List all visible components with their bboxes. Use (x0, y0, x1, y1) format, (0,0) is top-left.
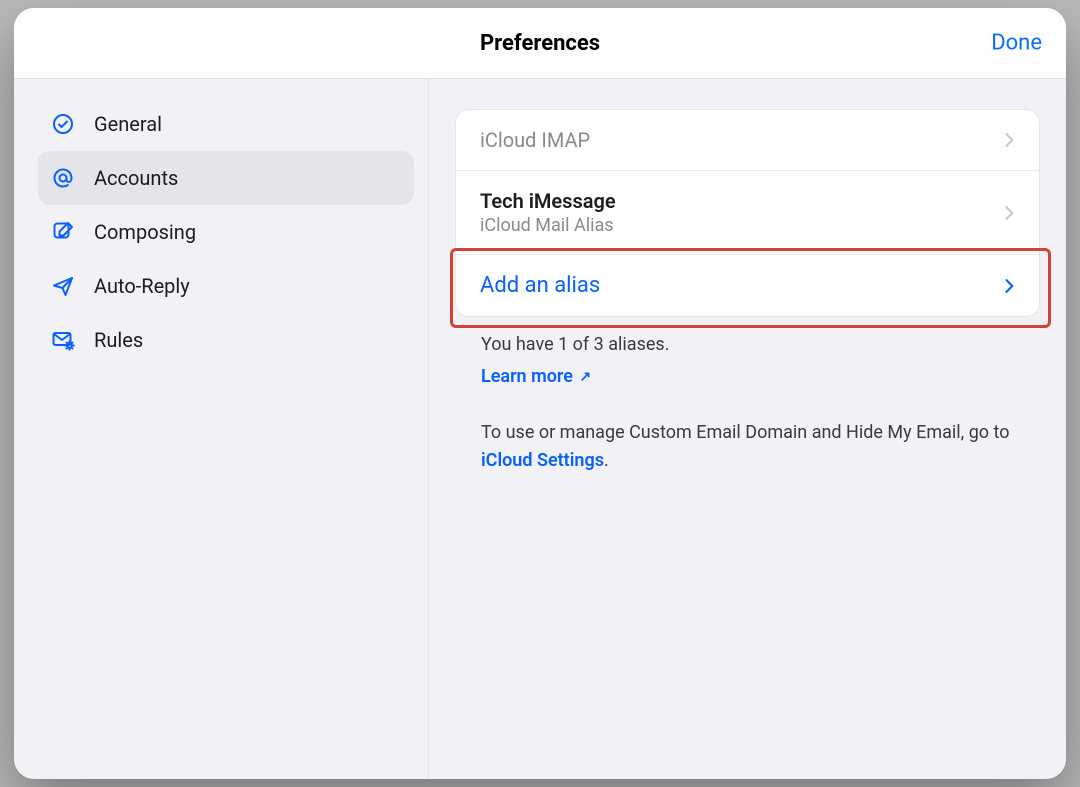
background-obscured-text (0, 0, 14, 787)
account-row-subtitle: iCloud Mail Alias (480, 215, 616, 236)
alias-status-text: You have 1 of 3 aliases. (481, 331, 1032, 359)
sidebar-item-label: Rules (94, 328, 143, 352)
account-row[interactable]: Tech iMessage iCloud Mail Alias (456, 170, 1039, 254)
sidebar-item-accounts[interactable]: Accounts (38, 151, 414, 205)
accounts-info: You have 1 of 3 aliases. Learn more ↗ To… (455, 317, 1040, 475)
sheet-header: Preferences Done (14, 8, 1066, 79)
sidebar-item-auto-reply[interactable]: Auto-Reply (38, 259, 414, 313)
sidebar: General Accounts Composing Auto-Reply Rules (14, 79, 429, 779)
custom-domain-text: To use or manage Custom Email Domain and… (481, 419, 1032, 475)
sidebar-item-general[interactable]: General (38, 97, 414, 151)
sidebar-item-label: Accounts (94, 166, 178, 190)
compose-icon (50, 219, 76, 245)
accounts-card: iCloud IMAP Tech iMessage iCloud Mail Al… (455, 109, 1040, 317)
sidebar-item-composing[interactable]: Composing (38, 205, 414, 259)
at-icon (50, 165, 76, 191)
external-arrow-icon: ↗ (579, 369, 591, 385)
chevron-right-icon (999, 203, 1019, 223)
account-row-text: Tech iMessage iCloud Mail Alias (480, 189, 616, 236)
sheet-body: GeneralAccountsComposingAuto-ReplyRules … (14, 79, 1066, 779)
preferences-sheet: Preferences Done General Accounts Composin… (14, 8, 1066, 779)
sidebar-item-label: Auto-Reply (94, 274, 190, 298)
account-row-text: Add an alias (480, 273, 600, 298)
account-row-title: Add an alias (480, 273, 600, 298)
account-row-title: iCloud IMAP (480, 128, 590, 152)
account-row-title: Tech iMessage (480, 189, 616, 213)
done-button[interactable]: Done (991, 31, 1042, 56)
icloud-settings-link[interactable]: iCloud Settings (481, 450, 604, 471)
paper-plane-icon (50, 273, 76, 299)
check-circle-icon (50, 111, 76, 137)
chevron-right-icon (999, 276, 1019, 296)
account-row-text: iCloud IMAP (480, 128, 590, 152)
envelope-gear-icon (50, 327, 76, 353)
sidebar-item-label: Composing (94, 220, 196, 244)
accounts-card-wrap: iCloud IMAP Tech iMessage iCloud Mail Al… (455, 109, 1040, 317)
sidebar-item-rules[interactable]: Rules (38, 313, 414, 367)
sidebar-item-label: General (94, 112, 162, 136)
learn-more-link[interactable]: Learn more ↗ (481, 366, 591, 387)
content-pane: iCloud IMAP Tech iMessage iCloud Mail Al… (429, 79, 1066, 779)
add-alias-button[interactable]: Add an alias (456, 254, 1039, 316)
sheet-title: Preferences (480, 31, 600, 56)
account-row[interactable]: iCloud IMAP (456, 110, 1039, 170)
chevron-right-icon (999, 130, 1019, 150)
